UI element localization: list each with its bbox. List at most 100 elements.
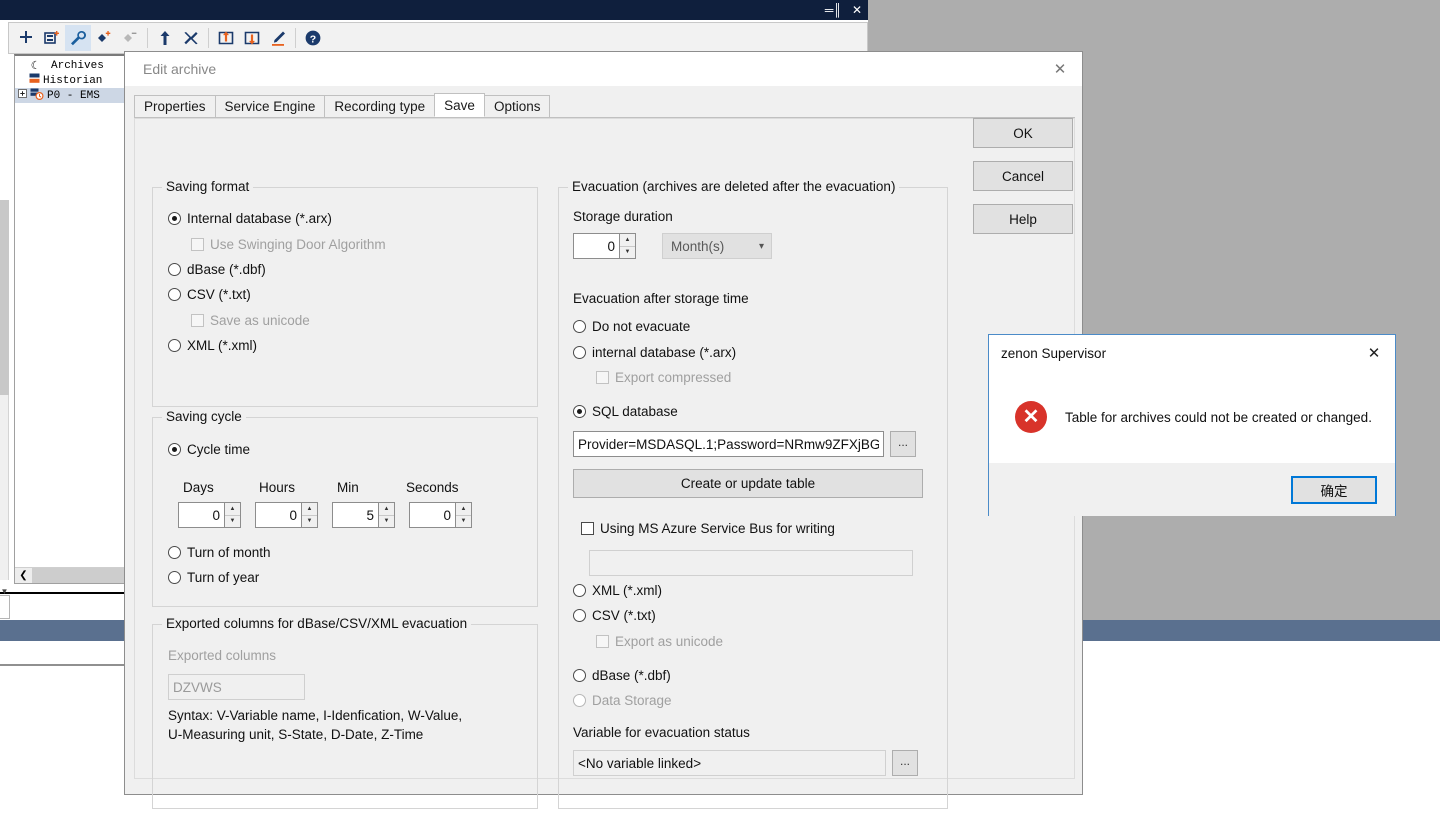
create-or-update-table-button[interactable]: Create or update table (573, 469, 923, 498)
delete-icon[interactable] (178, 25, 204, 51)
azure-connection-input[interactable] (589, 550, 913, 576)
exported-columns-group: Exported columns for dBase/CSV/XML evacu… (152, 616, 538, 809)
exported-columns-input[interactable] (168, 674, 305, 700)
left-vertical-scrollbar[interactable]: ▼ (0, 200, 9, 596)
seconds-stepper[interactable]: ▲ ▼ (409, 502, 472, 528)
cancel-button[interactable]: Cancel (973, 161, 1073, 191)
variable-status-input[interactable] (573, 750, 886, 776)
storage-duration-unit-select[interactable]: Month(s) ▾ (662, 233, 772, 259)
ellipsis-icon: ... (899, 753, 910, 768)
spin-down-icon[interactable]: ▼ (302, 515, 317, 527)
seconds-spin-buttons[interactable]: ▲ ▼ (455, 502, 472, 528)
hours-input[interactable] (255, 502, 301, 528)
variable-status-browse-button[interactable]: ... (892, 750, 918, 776)
spin-up-icon[interactable]: ▲ (225, 503, 240, 516)
tab-save[interactable]: Save (434, 93, 485, 117)
radio-csv[interactable]: CSV (*.txt) (168, 287, 251, 302)
min-input[interactable] (332, 502, 378, 528)
expander-plus-icon[interactable] (17, 89, 27, 102)
option-label: Turn of month (187, 545, 271, 560)
spin-up-icon[interactable]: ▲ (379, 503, 394, 516)
days-spin-buttons[interactable]: ▲ ▼ (224, 502, 241, 528)
export-icon[interactable] (213, 25, 239, 51)
tree-item-p0-ems[interactable]: P0 - EMS (15, 88, 139, 103)
checkbox-export-compressed[interactable]: Export compressed (596, 370, 731, 385)
radio-sql-database[interactable]: SQL database (573, 404, 678, 419)
add-copy-icon[interactable] (39, 25, 65, 51)
scroll-thumb[interactable] (0, 200, 9, 395)
checkbox-save-as-unicode[interactable]: Save as unicode (191, 313, 310, 328)
days-stepper[interactable]: ▲ ▼ (178, 502, 241, 528)
close-icon[interactable]: ✕ (1038, 52, 1082, 86)
min-stepper[interactable]: ▲ ▼ (332, 502, 395, 528)
storage-duration-input[interactable] (573, 233, 619, 259)
hours-label: Hours (259, 480, 296, 495)
radio-dbase[interactable]: dBase (*.dbf) (168, 262, 266, 277)
ok-button[interactable]: OK (973, 118, 1073, 148)
option-label: CSV (*.txt) (592, 608, 656, 623)
spin-up-icon[interactable]: ▲ (620, 234, 635, 247)
pin-icon[interactable]: ═║ (825, 4, 842, 16)
help-icon[interactable]: ? (300, 25, 326, 51)
tree-item-archives[interactable]: ☾ Archives (15, 58, 139, 73)
import-icon[interactable] (239, 25, 265, 51)
connection-string-input[interactable] (573, 431, 884, 457)
connection-string-browse-button[interactable]: ... (890, 431, 916, 457)
scroll-left-icon[interactable]: ❮ (15, 567, 32, 583)
checkbox-azure-service-bus[interactable]: Using MS Azure Service Bus for writing (581, 521, 835, 536)
radio-internal-database[interactable]: Internal database (*.arx) (168, 211, 332, 226)
button-label: Help (1009, 211, 1037, 227)
help-button[interactable]: Help (973, 204, 1073, 234)
spin-down-icon[interactable]: ▼ (379, 515, 394, 527)
edit-archive-dialog: Edit archive ✕ Properties Service Engine… (124, 51, 1083, 809)
edit-icon[interactable] (265, 25, 291, 51)
close-icon[interactable]: ✕ (1353, 335, 1395, 371)
hours-spin-buttons[interactable]: ▲ ▼ (301, 502, 318, 528)
radio-turn-of-month[interactable]: Turn of month (168, 545, 271, 560)
button-label: Cancel (1001, 168, 1045, 184)
radio-xml[interactable]: XML (*.xml) (168, 338, 257, 353)
spin-down-icon[interactable]: ▼ (620, 246, 635, 258)
checkbox-export-as-unicode[interactable]: Export as unicode (596, 634, 723, 649)
storage-duration-stepper[interactable]: ▲ ▼ (573, 233, 636, 259)
wrench-icon[interactable] (65, 25, 91, 51)
radio-do-not-evacuate[interactable]: Do not evacuate (573, 319, 690, 334)
move-up-icon[interactable] (152, 25, 178, 51)
radio-data-storage[interactable]: Data Storage (573, 693, 672, 708)
tabstrip: Properties Service Engine Recording type… (134, 93, 1075, 118)
min-spin-buttons[interactable]: ▲ ▼ (378, 502, 395, 528)
tree-horizontal-scrollbar[interactable]: ❮ (14, 567, 140, 584)
message-box-ok-button[interactable]: 确定 (1291, 475, 1377, 504)
add-icon[interactable] (13, 25, 39, 51)
edit-archive-titlebar: Edit archive ✕ (125, 52, 1082, 86)
radio-dbase-evac[interactable]: dBase (*.dbf) (573, 668, 671, 683)
radio-xml-evac[interactable]: XML (*.xml) (573, 583, 662, 598)
remove-element-icon[interactable] (117, 25, 143, 51)
radio-internal-database-evac[interactable]: internal database (*.arx) (573, 345, 736, 360)
storage-duration-spin-buttons[interactable]: ▲ ▼ (619, 233, 636, 259)
close-icon[interactable]: ✕ (852, 4, 862, 16)
radio-cycle-time[interactable]: Cycle time (168, 442, 250, 457)
radio-indicator (168, 339, 181, 352)
add-element-icon[interactable] (91, 25, 117, 51)
tab-options[interactable]: Options (483, 95, 551, 117)
spin-down-icon[interactable]: ▼ (456, 515, 471, 527)
option-label: Do not evacuate (592, 319, 691, 334)
tab-recording-type[interactable]: Recording type (324, 95, 436, 117)
seconds-input[interactable] (409, 502, 455, 528)
spin-up-icon[interactable]: ▲ (456, 503, 471, 516)
option-label: XML (*.xml) (187, 338, 257, 353)
radio-indicator (168, 212, 181, 225)
archive-tree-panel[interactable]: ☾ Archives Historian P0 - EMS (14, 54, 140, 574)
scroll-thumb[interactable] (32, 567, 139, 583)
spin-down-icon[interactable]: ▼ (225, 515, 240, 527)
hours-stepper[interactable]: ▲ ▼ (255, 502, 318, 528)
tab-service-engine[interactable]: Service Engine (214, 95, 326, 117)
checkbox-swinging-door[interactable]: Use Swinging Door Algorithm (191, 237, 386, 252)
tab-properties[interactable]: Properties (134, 95, 216, 117)
tree-item-historian[interactable]: Historian (15, 73, 139, 88)
spin-up-icon[interactable]: ▲ (302, 503, 317, 516)
radio-turn-of-year[interactable]: Turn of year (168, 570, 259, 585)
days-input[interactable] (178, 502, 224, 528)
radio-csv-evac[interactable]: CSV (*.txt) (573, 608, 656, 623)
